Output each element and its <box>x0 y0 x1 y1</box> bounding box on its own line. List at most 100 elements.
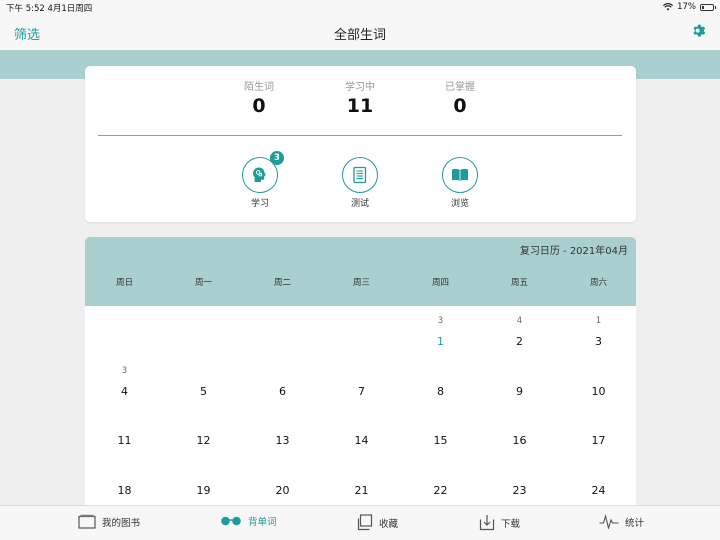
stat-label: 已掌握 <box>445 82 475 93</box>
day-number: 7 <box>358 384 365 398</box>
calendar-day-cell[interactable]: 18 <box>85 455 164 504</box>
day-number: 17 <box>591 434 606 447</box>
day-number: 21 <box>354 483 369 497</box>
review-calendar: 复习日历 - 2021年04月 周日 周一 周二 周三 周四 周五 周六 314213345… <box>85 237 636 505</box>
calendar-day-cell[interactable]: 7 <box>322 356 401 405</box>
stat-unknown: 陌生词 0 <box>219 78 299 117</box>
tab-bar: 我的图书 背单词 收藏 下载 统计 <box>0 505 720 540</box>
brain-head-icon <box>253 167 266 182</box>
stat-mastered: 已掌握 0 <box>420 78 500 117</box>
study-label: 学习 <box>250 199 269 209</box>
calendar-day-cell <box>164 306 243 355</box>
stats-pulse-icon <box>599 514 619 529</box>
status-bar: 下午 5:52 4月1日周四 17% <box>0 0 720 14</box>
tab-my-books[interactable]: 我的图书 <box>78 514 140 529</box>
review-count: 4 <box>516 316 523 326</box>
day-number: 9 <box>516 384 523 398</box>
day-number: 23 <box>512 483 527 497</box>
summary-card: 陌生词 0 学习中 11 已掌握 0 3 学习 测试 浏览 <box>85 66 636 222</box>
review-count: 1 <box>595 316 602 326</box>
review-count: 3 <box>437 316 444 326</box>
calendar-day-cell[interactable]: 11 <box>85 405 164 454</box>
day-number: 13 <box>275 434 290 447</box>
tab-vocabulary[interactable]: 背单词 <box>220 514 277 528</box>
weekday-header: 周二 <box>273 278 291 288</box>
calendar-day-cell[interactable]: 8 <box>401 356 480 405</box>
test-button[interactable]: 测试 <box>330 157 390 209</box>
browse-button[interactable]: 浏览 <box>430 157 490 209</box>
calendar-day-cell <box>85 306 164 355</box>
stat-value: 0 <box>453 95 467 117</box>
wifi-icon <box>663 3 674 11</box>
tab-label: 背单词 <box>248 517 277 528</box>
day-number: 10 <box>591 384 606 398</box>
stat-learning: 学习中 11 <box>320 78 400 117</box>
review-count: 3 <box>121 365 128 376</box>
calendar-day-cell[interactable]: 23 <box>480 455 559 504</box>
page-title: 全部生词 <box>333 28 386 43</box>
day-number: 16 <box>512 434 527 447</box>
tab-download[interactable]: 下载 <box>479 514 520 531</box>
calendar-day-cell[interactable]: 10 <box>559 356 636 405</box>
day-number: 11 <box>117 434 132 447</box>
study-button[interactable]: 3 学习 <box>230 151 290 209</box>
calendar-day-cell[interactable]: 16 <box>480 405 559 454</box>
day-number: 8 <box>437 384 444 398</box>
tab-label: 收藏 <box>379 518 399 530</box>
weekday-header: 周六 <box>589 278 607 288</box>
weekday-header: 周三 <box>352 278 370 288</box>
day-number: 5 <box>200 384 207 398</box>
day-number: 22 <box>433 483 448 497</box>
calendar-day-cell[interactable]: 17 <box>559 405 636 454</box>
calendar-day-cell[interactable]: 31 <box>401 306 480 355</box>
calendar-day-cell[interactable]: 34 <box>85 356 164 405</box>
calendar-day-cell <box>243 306 322 355</box>
calendar-day-cell[interactable]: 22 <box>401 455 480 504</box>
calendar-day-cell[interactable]: 15 <box>401 405 480 454</box>
tab-label: 我的图书 <box>102 517 141 529</box>
test-sheet-icon <box>353 166 367 184</box>
weekday-header: 周五 <box>510 278 528 288</box>
calendar-day-cell[interactable]: 14 <box>322 405 401 454</box>
calendar-day-cell[interactable]: 20 <box>243 455 322 504</box>
bookshelf-icon <box>78 514 96 529</box>
battery-percent: 17% <box>677 2 696 12</box>
calendar-day-cell[interactable]: 24 <box>559 455 636 504</box>
tab-label: 下载 <box>501 518 521 530</box>
tab-stats[interactable]: 统计 <box>599 514 644 529</box>
calendar-day-cell[interactable]: 5 <box>164 356 243 405</box>
stat-label: 学习中 <box>345 82 375 93</box>
tab-collection[interactable]: 收藏 <box>356 514 398 531</box>
calendar-header: 复习日历 - 2021年04月 周日 周一 周二 周三 周四 周五 周六 <box>85 237 636 306</box>
weekday-header: 周四 <box>431 278 449 288</box>
day-number: 6 <box>279 384 286 398</box>
calendar-day-cell[interactable]: 6 <box>243 356 322 405</box>
download-icon <box>479 515 495 531</box>
glasses-icon <box>221 516 241 526</box>
calendar-title: 复习日历 - 2021年04月 <box>519 246 628 257</box>
collection-icon <box>357 514 373 531</box>
day-number: 19 <box>196 483 211 497</box>
status-time: 下午 5:52 4月1日周四 <box>6 4 93 14</box>
day-number: 20 <box>275 483 290 497</box>
calendar-day-cell[interactable]: 42 <box>480 306 559 355</box>
gear-icon[interactable] <box>690 23 706 39</box>
calendar-day-cell <box>322 306 401 355</box>
day-number: 3 <box>595 335 602 348</box>
day-number: 2 <box>516 335 523 348</box>
battery-icon <box>700 3 716 11</box>
calendar-day-cell[interactable]: 21 <box>322 455 401 504</box>
day-number: 1 <box>437 335 444 348</box>
day-number: 14 <box>354 434 369 447</box>
weekday-header: 周日 <box>115 278 133 288</box>
calendar-day-cell[interactable]: 12 <box>164 405 243 454</box>
calendar-day-cell[interactable]: 13 <box>243 405 322 454</box>
open-book-icon <box>452 168 468 182</box>
stat-value: 11 <box>346 95 374 117</box>
calendar-day-cell[interactable]: 19 <box>164 455 243 504</box>
tab-label: 统计 <box>625 517 645 529</box>
calendar-day-cell[interactable]: 13 <box>559 306 636 355</box>
day-number: 4 <box>121 384 128 398</box>
navigation-bar: 筛选 全部生词 <box>0 14 720 50</box>
calendar-day-cell[interactable]: 9 <box>480 356 559 405</box>
